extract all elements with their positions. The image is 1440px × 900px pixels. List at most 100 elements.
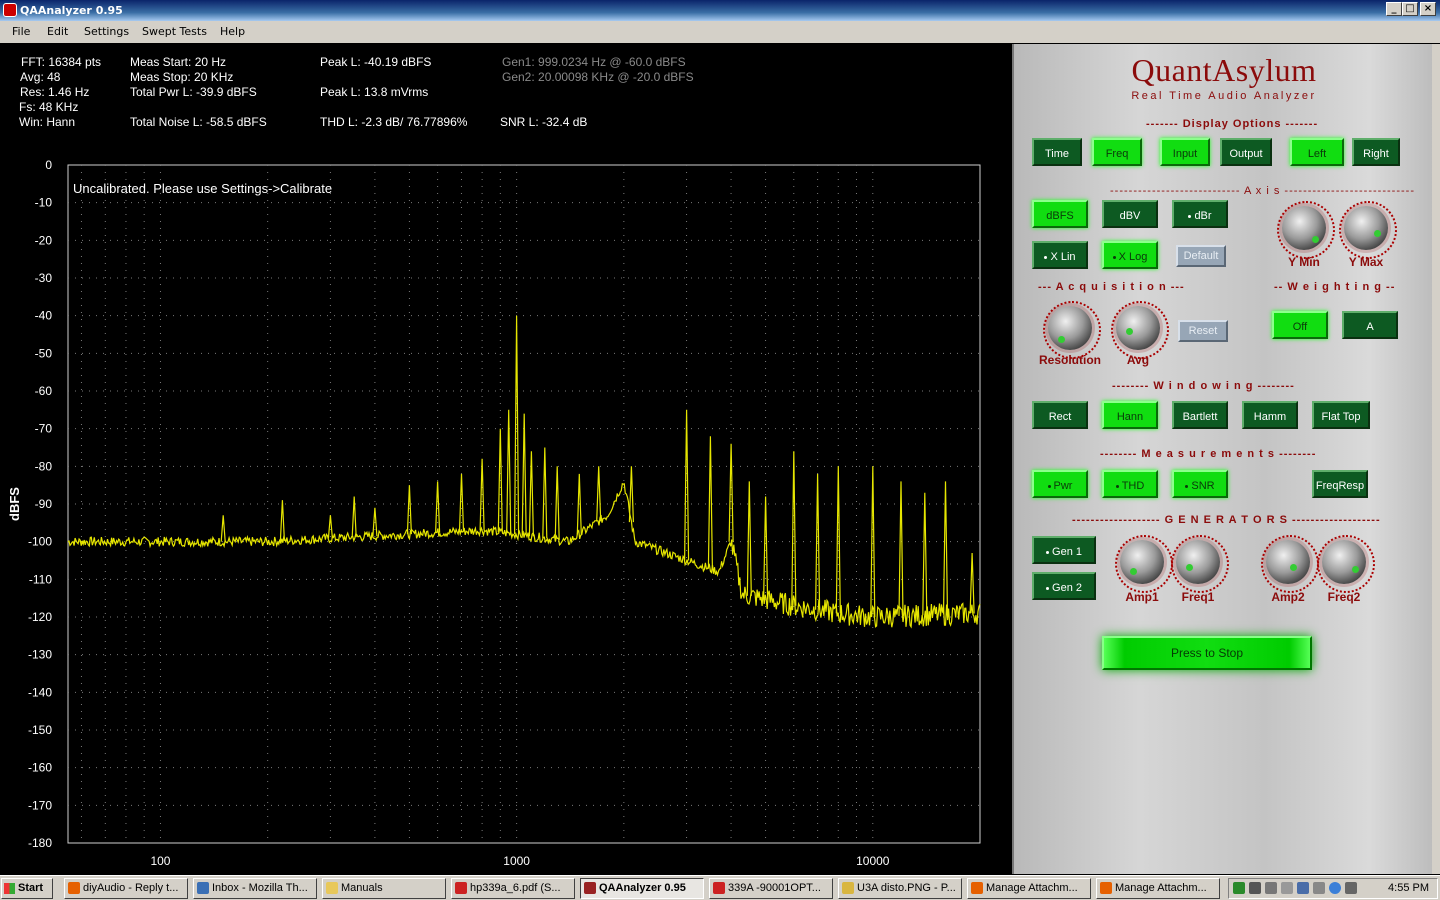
display-options-header: ------- Display Options -------: [1146, 118, 1319, 130]
total-noise-readout: Total Noise L: -58.5 dBFS: [130, 115, 267, 129]
flat-top-window-button[interactable]: Flat Top: [1312, 401, 1370, 429]
close-button[interactable]: ×: [1420, 2, 1436, 16]
y-tick-label: -40: [35, 309, 53, 323]
axis-header: ---------------------------- A x i s ---…: [1110, 185, 1415, 197]
x-lin-button[interactable]: X Lin: [1032, 241, 1088, 269]
freq2-label: Freq2: [1327, 590, 1361, 604]
output-button[interactable]: Output: [1220, 138, 1272, 166]
spectrum-chart-svg[interactable]: 0 -10 -20 -30 -40 -50 -60 -70 -80 -90 -100 -110 -120…: [0, 150, 1010, 875]
tagline: Real Time Audio Analyzer: [1131, 90, 1317, 102]
avg-label: Avg: [1126, 353, 1150, 367]
res-readout: Res: 1.46 Hz: [20, 85, 90, 99]
tray-volume-icon[interactable]: [1345, 882, 1357, 894]
acquisition-header: --- A c q u i s i t i o n ---: [1038, 281, 1185, 293]
measurements-header: -------- M e a s u r e m e n t s -------…: [1100, 448, 1317, 460]
y-tick-label: -180: [28, 836, 52, 850]
freq2-knob[interactable]: [1317, 535, 1375, 593]
y-tick-label: -110: [29, 572, 52, 586]
rect-window-button[interactable]: Rect: [1032, 401, 1088, 429]
avg-knob[interactable]: [1111, 301, 1169, 359]
menu-edit[interactable]: Edit: [47, 25, 68, 38]
folder-icon: [326, 882, 338, 894]
meas-stop-readout: Meas Stop: 20 KHz: [130, 70, 234, 84]
start-button[interactable]: Start: [1, 878, 53, 899]
task-thunderbird[interactable]: Inbox - Mozilla Th...: [193, 878, 317, 899]
task-hp339a-pdf[interactable]: hp339a_6.pdf (S...: [451, 878, 575, 899]
y-tick-label: -10: [35, 196, 53, 210]
title-bar[interactable]: QAAnalyzer 0.95 _ □ ×: [0, 0, 1440, 21]
task-manage-attachments-2[interactable]: Manage Attachm...: [1096, 878, 1220, 899]
gen1-button[interactable]: Gen 1: [1032, 536, 1096, 564]
gen1-readout: Gen1: 999.0234 Hz @ -60.0 dBFS: [502, 55, 686, 69]
dbr-button[interactable]: dBr: [1172, 200, 1228, 228]
tray-network-icon[interactable]: [1233, 882, 1245, 894]
tray-settings-icon[interactable]: [1281, 882, 1293, 894]
task-diyaudio[interactable]: diyAudio - Reply t...: [64, 878, 188, 899]
paint-icon: [842, 882, 854, 894]
task-qaanalyzer[interactable]: QAAnalyzer 0.95: [580, 878, 704, 899]
panel-scrollbar[interactable]: [1432, 44, 1440, 874]
menu-settings[interactable]: Settings: [84, 25, 129, 38]
minimize-button[interactable]: _: [1386, 2, 1402, 16]
thd-readout: THD L: -2.3 dB/ 76.77896%: [320, 115, 468, 129]
hamm-window-button[interactable]: Hamm: [1242, 401, 1298, 429]
firefox-icon: [971, 882, 983, 894]
right-channel-button[interactable]: Right: [1352, 138, 1400, 166]
resolution-knob[interactable]: [1043, 301, 1101, 359]
dbfs-button[interactable]: dBFS: [1032, 200, 1088, 228]
snr-readout: SNR L: -32.4 dB: [500, 115, 588, 129]
y-tick-label: -20: [35, 233, 53, 247]
press-to-stop-button[interactable]: Press to Stop: [1102, 636, 1312, 670]
y-axis-label: dBFS: [7, 487, 22, 521]
amp2-knob[interactable]: [1261, 535, 1319, 593]
reset-button[interactable]: Reset: [1178, 320, 1228, 342]
y-tick-label: -100: [28, 535, 52, 549]
x-log-button[interactable]: X Log: [1102, 241, 1158, 269]
freq-button[interactable]: Freq: [1092, 138, 1142, 166]
qaanalyzer-icon: [584, 882, 596, 894]
amp1-knob[interactable]: [1115, 535, 1173, 593]
tray-printer-icon[interactable]: [1265, 882, 1277, 894]
maximize-button[interactable]: □: [1402, 2, 1418, 16]
pwr-button[interactable]: Pwr: [1032, 470, 1088, 498]
y-tick-label: -70: [35, 422, 53, 436]
x-tick-label: 10000: [856, 854, 890, 868]
menu-swept-tests[interactable]: Swept Tests: [142, 25, 207, 38]
hann-window-button[interactable]: Hann: [1102, 401, 1158, 429]
weighting-a-button[interactable]: A: [1342, 311, 1398, 339]
menu-help[interactable]: Help: [220, 25, 245, 38]
menu-file[interactable]: File: [12, 25, 30, 38]
task-paint[interactable]: U3A disto.PNG - P...: [838, 878, 962, 899]
resolution-label: Resolution: [1039, 353, 1101, 367]
fs-readout: Fs: 48 KHz: [19, 100, 79, 114]
weighting-off-button[interactable]: Off: [1272, 311, 1328, 339]
task-339a-pdf[interactable]: 339A -90001OPT...: [709, 878, 833, 899]
time-button[interactable]: Time: [1032, 138, 1082, 166]
freqresp-button[interactable]: FreqResp: [1312, 470, 1368, 498]
tray-security-icon[interactable]: [1329, 882, 1341, 894]
thd-button[interactable]: THD: [1102, 470, 1158, 498]
bartlett-window-button[interactable]: Bartlett: [1172, 401, 1228, 429]
default-button[interactable]: Default: [1176, 245, 1226, 267]
tray-device-icon[interactable]: [1313, 882, 1325, 894]
firefox-icon: [68, 882, 80, 894]
snr-button[interactable]: SNR: [1172, 470, 1228, 498]
pdf-icon: [455, 882, 467, 894]
dbv-button[interactable]: dBV: [1102, 200, 1158, 228]
control-panel: QuantAsylum Real Time Audio Analyzer ---…: [1012, 44, 1432, 874]
app-icon: [3, 3, 17, 17]
y-min-knob[interactable]: [1277, 201, 1335, 259]
logo: QuantAsylum: [1131, 52, 1317, 88]
input-button[interactable]: Input: [1160, 138, 1210, 166]
gen2-readout: Gen2: 20.00098 KHz @ -20.0 dBFS: [502, 70, 694, 84]
freq1-knob[interactable]: [1171, 535, 1229, 593]
tray-display-icon[interactable]: [1297, 882, 1309, 894]
tray-app-icon[interactable]: [1249, 882, 1261, 894]
task-manage-attachments-1[interactable]: Manage Attachm...: [967, 878, 1091, 899]
spectrum-plot[interactable]: 0 -10 -20 -30 -40 -50 -60 -70 -80 -90 -100 -110 -120…: [0, 150, 1010, 875]
amp1-label: Amp1: [1125, 590, 1159, 604]
left-channel-button[interactable]: Left: [1290, 138, 1344, 166]
gen2-button[interactable]: Gen 2: [1032, 572, 1096, 600]
task-manuals[interactable]: Manuals: [322, 878, 446, 899]
y-max-knob[interactable]: [1339, 201, 1397, 259]
